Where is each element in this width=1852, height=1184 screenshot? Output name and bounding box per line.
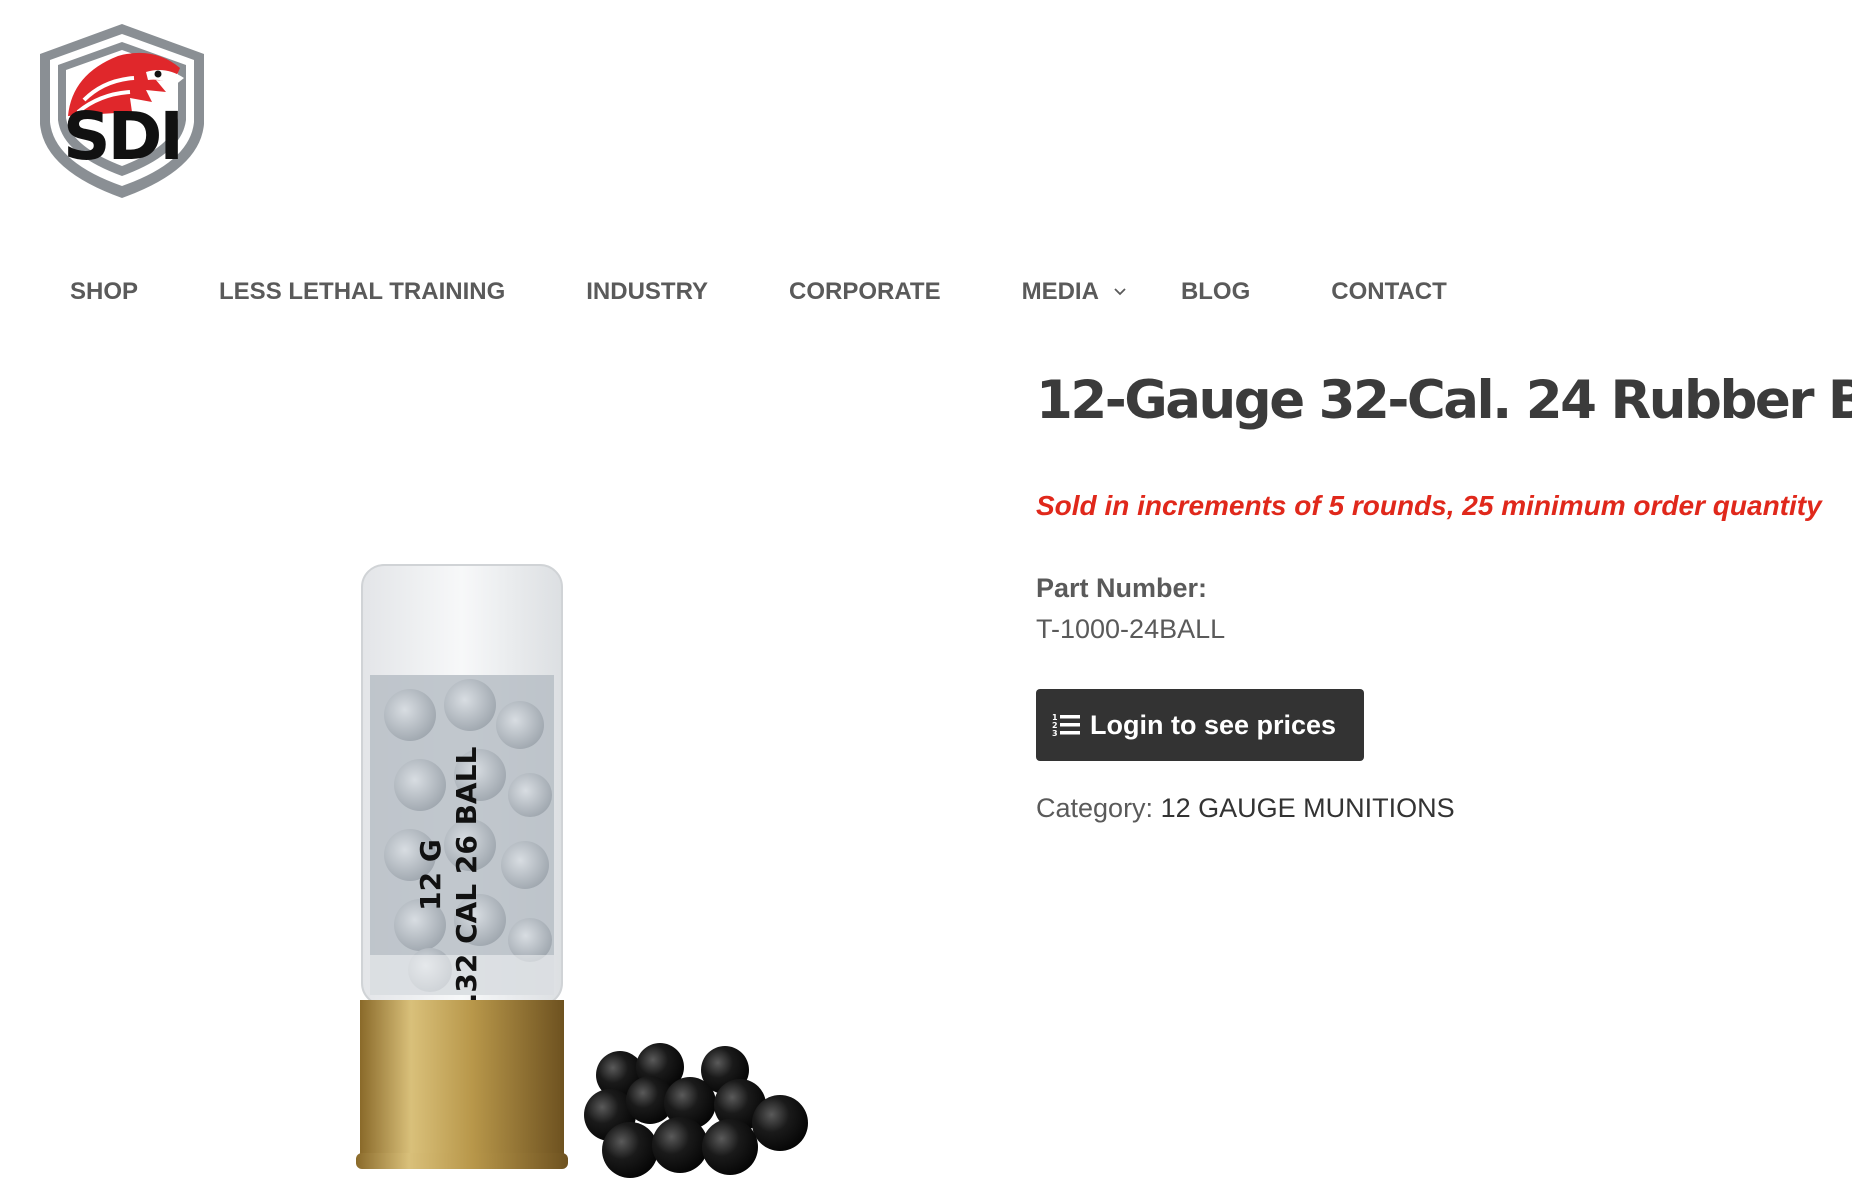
product-image: 12 G .32 CAL 26 BALL [330,555,850,1184]
nav-item-shop[interactable]: SHOP [70,278,138,306]
svg-text:3: 3 [1052,729,1058,738]
login-to-see-prices-button[interactable]: 1 2 3 Login to see prices [1036,689,1364,761]
nav-item-media[interactable]: MEDIA [1022,278,1127,306]
nav-item-media-label: MEDIA [1021,278,1099,305]
nav-item-less-lethal-training[interactable]: LESS LETHAL TRAINING [219,278,505,306]
shell-text-line2: .32 CAL 26 BALL [450,747,483,1004]
part-number-value: T-1000-24BALL [1036,614,1226,644]
login-button-label: Login to see prices [1090,709,1337,740]
main-nav: SHOP LESS LETHAL TRAINING INDUSTRY CORPO… [70,272,1447,312]
category-label: Category: [1036,793,1154,823]
part-number-label: Part Number: [1036,573,1208,603]
nav-item-corporate[interactable]: CORPORATE [789,278,941,306]
site-logo[interactable]: SDI [34,20,210,202]
product-category: Category: 12 GAUGE MUNITIONS [1036,793,1455,824]
order-notice: Sold in increments of 5 rounds, 25 minim… [1036,490,1822,521]
logo-text: SDI [63,98,184,175]
category-link[interactable]: 12 GAUGE MUNITIONS [1161,793,1455,823]
chevron-down-icon [1114,288,1126,296]
nav-item-industry[interactable]: INDUSTRY [586,278,708,306]
page: SDI SHOP LESS LETHAL TRAINING INDUSTRY C… [0,0,1852,1184]
product-title: 12-Gauge 32-Cal. 24 Rubber Ball [1036,370,1852,431]
shell-text-line1: 12 G [414,839,447,911]
shotgun-shell-image: 12 G .32 CAL 26 BALL [356,564,808,1178]
nav-item-contact[interactable]: CONTACT [1331,278,1447,306]
numbered-list-icon: 1 2 3 [1052,713,1080,738]
nav-item-blog[interactable]: BLOG [1181,278,1250,306]
